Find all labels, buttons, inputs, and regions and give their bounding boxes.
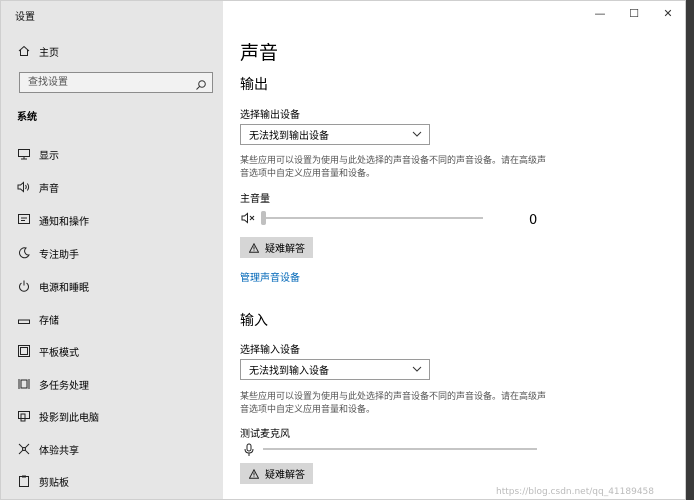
- sidebar-item-label: 电源和睡眠: [39, 282, 89, 294]
- sidebar-item-multitasking[interactable]: 多任务处理: [1, 371, 223, 397]
- power-icon: [17, 279, 31, 293]
- input-heading: 输入: [240, 313, 268, 329]
- microphone-icon: [243, 442, 255, 456]
- sidebar-item-notifications[interactable]: 通知和操作: [1, 207, 223, 233]
- sidebar-item-label: 剪贴板: [39, 477, 69, 489]
- input-device-value: 无法找到输入设备: [249, 366, 329, 377]
- sidebar-item-focus-assist[interactable]: 专注助手: [1, 240, 223, 266]
- home-icon: [17, 44, 31, 58]
- window-title: 设置: [15, 12, 35, 23]
- test-microphone-label: 测试麦克风: [240, 429, 290, 440]
- sidebar-item-label: 显示: [39, 150, 59, 162]
- sidebar-item-clipboard[interactable]: 剪贴板: [1, 468, 223, 494]
- sidebar-item-label: 多任务处理: [39, 380, 89, 392]
- project-icon: [17, 409, 31, 423]
- button-label: 疑难解答: [265, 470, 305, 481]
- output-device-value: 无法找到输出设备: [249, 131, 329, 142]
- main-content: — ☐ ✕ 声音 输出 选择输出设备 无法找到输出设备 某些应用可以设置为使用与…: [223, 1, 685, 499]
- sidebar-item-project-to-pc[interactable]: 投影到此电脑: [1, 403, 223, 429]
- sidebar-item-power-sleep[interactable]: 电源和睡眠: [1, 273, 223, 299]
- output-device-label: 选择输出设备: [240, 110, 300, 121]
- notification-icon: [17, 213, 31, 227]
- master-volume-label: 主音量: [240, 194, 270, 205]
- share-icon: [17, 442, 31, 456]
- input-troubleshoot-button[interactable]: 疑难解答: [240, 463, 313, 484]
- minimize-button[interactable]: —: [583, 1, 617, 25]
- moon-icon: [17, 246, 31, 260]
- watermark: https://blog.csdn.net/qq_41189458: [496, 487, 655, 497]
- sidebar-item-sound[interactable]: 声音: [1, 174, 223, 200]
- sidebar-item-storage[interactable]: 存储: [1, 306, 223, 332]
- output-troubleshoot-button[interactable]: 疑难解答: [240, 237, 313, 258]
- sidebar-item-home[interactable]: 主页: [1, 38, 223, 64]
- output-description: 某些应用可以设置为使用与此处选择的声音设备不同的声音设备。请在高级声音选项中自定…: [240, 156, 547, 179]
- window-controls: — ☐ ✕: [583, 1, 685, 25]
- close-button[interactable]: ✕: [651, 1, 685, 25]
- volume-value: 0: [529, 213, 538, 228]
- sidebar-item-label: 平板模式: [39, 347, 79, 359]
- multitask-icon: [17, 377, 31, 391]
- sidebar-section-title: 系统: [17, 112, 37, 123]
- settings-window: 设置 主页 系统 显示 声音: [0, 0, 686, 500]
- sidebar-item-label: 存储: [39, 315, 59, 327]
- input-device-label: 选择输入设备: [240, 345, 300, 356]
- sidebar-item-label: 专注助手: [39, 249, 79, 261]
- microphone-level-bar: [263, 448, 537, 450]
- chevron-down-icon: [412, 364, 422, 374]
- speaker-icon: [17, 180, 31, 194]
- sidebar-item-label: 通知和操作: [39, 216, 89, 228]
- warning-icon: [248, 242, 260, 253]
- warning-icon: [248, 468, 260, 479]
- sidebar-item-label: 主页: [39, 47, 59, 59]
- search-box[interactable]: [19, 72, 213, 93]
- volume-slider-thumb[interactable]: [261, 211, 266, 225]
- sidebar-item-label: 体验共享: [39, 445, 79, 457]
- output-heading: 输出: [240, 77, 268, 93]
- sidebar-item-label: 投影到此电脑: [39, 412, 99, 424]
- output-device-select[interactable]: 无法找到输出设备: [240, 124, 430, 145]
- volume-slider-track[interactable]: [263, 217, 483, 219]
- storage-icon: [17, 312, 31, 326]
- input-device-select[interactable]: 无法找到输入设备: [240, 359, 430, 380]
- monitor-icon: [17, 147, 31, 161]
- background-desktop: [686, 0, 694, 500]
- manage-sound-devices-link[interactable]: 管理声音设备: [240, 269, 300, 284]
- maximize-button[interactable]: ☐: [617, 1, 651, 25]
- speaker-muted-icon[interactable]: [241, 210, 257, 224]
- button-label: 疑难解答: [265, 244, 305, 255]
- sidebar-item-label: 声音: [39, 183, 59, 195]
- search-icon[interactable]: [195, 76, 207, 90]
- sidebar-item-shared-experiences[interactable]: 体验共享: [1, 436, 223, 462]
- chevron-down-icon: [412, 129, 422, 139]
- sidebar: 设置 主页 系统 显示 声音: [1, 1, 223, 499]
- tablet-icon: [17, 344, 31, 358]
- input-description: 某些应用可以设置为使用与此处选择的声音设备不同的声音设备。请在高级声音选项中自定…: [240, 392, 547, 415]
- sidebar-item-display[interactable]: 显示: [1, 141, 223, 167]
- search-input[interactable]: [26, 76, 190, 89]
- clipboard-icon: [17, 474, 31, 488]
- page-title: 声音: [240, 42, 279, 64]
- sidebar-item-tablet-mode[interactable]: 平板模式: [1, 338, 223, 364]
